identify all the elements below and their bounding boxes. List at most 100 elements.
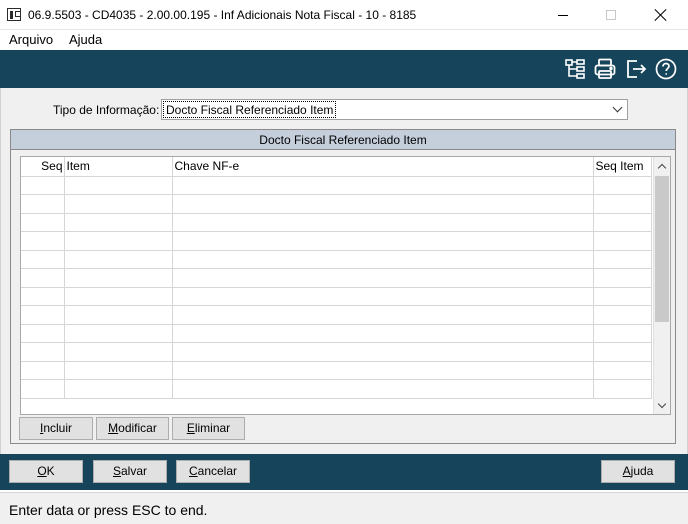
table-cell[interactable] [171,194,594,214]
table-cell[interactable] [63,194,173,214]
eliminar-button[interactable]: Eliminar [172,417,245,440]
printer-icon[interactable] [593,57,617,81]
exit-icon[interactable] [624,57,648,81]
main-content: Tipo de Informação: Docto Fiscal Referen… [0,88,688,454]
table-cell[interactable] [592,175,652,195]
ajuda-button[interactable]: Ajuda [601,460,675,483]
minimize-button[interactable] [540,0,586,30]
table-cell[interactable] [171,305,594,325]
title-bar: 06.9.5503 - CD4035 - 2.00.00.195 - Inf A… [0,0,688,30]
close-button[interactable] [638,0,684,30]
table-cell[interactable] [21,175,65,195]
close-icon [655,9,667,21]
table-row[interactable] [21,342,652,362]
table-cell[interactable] [21,212,65,232]
table-cell[interactable] [171,212,594,232]
table-row[interactable] [21,305,652,325]
table-cell[interactable] [63,231,173,251]
data-grid[interactable]: Seq Item Chave NF-e Seq Item [20,156,671,415]
table-cell[interactable] [21,360,65,380]
table-cell[interactable] [171,360,594,380]
column-header-seq-item[interactable]: Seq Item [592,157,652,177]
table-cell[interactable] [171,175,594,195]
cancelar-button[interactable]: Cancelar [176,460,250,483]
grid-table: Seq Item Chave NF-e Seq Item [21,157,652,399]
table-row[interactable] [21,212,652,232]
salvar-button[interactable]: Salvar [93,460,167,483]
table-cell[interactable] [63,360,173,380]
table-cell[interactable] [63,323,173,343]
table-row[interactable] [21,379,652,399]
table-cell[interactable] [592,212,652,232]
table-cell[interactable] [171,342,594,362]
ok-button[interactable]: OK [9,460,83,483]
table-cell[interactable] [63,342,173,362]
table-cell[interactable] [21,286,65,306]
table-row[interactable] [21,194,652,214]
table-row[interactable] [21,360,652,380]
table-cell[interactable] [63,212,173,232]
scroll-up-icon[interactable] [654,158,670,174]
table-cell[interactable] [21,305,65,325]
table-row[interactable] [21,286,652,306]
table-cell[interactable] [63,379,173,399]
table-cell[interactable] [171,323,594,343]
table-cell[interactable] [592,360,652,380]
table-cell[interactable] [592,305,652,325]
table-cell[interactable] [171,268,594,288]
table-cell[interactable] [171,231,594,251]
chevron-down-icon[interactable] [608,100,627,119]
table-cell[interactable] [592,379,652,399]
table-cell[interactable] [21,194,65,214]
table-cell[interactable] [592,323,652,343]
table-cell[interactable] [171,249,594,269]
table-row[interactable] [21,249,652,269]
column-header-chave-nfe[interactable]: Chave NF-e [171,157,594,177]
table-cell[interactable] [592,249,652,269]
table-row[interactable] [21,268,652,288]
table-cell[interactable] [21,342,65,362]
incluir-button[interactable]: Incluir [19,417,93,440]
table-cell[interactable] [21,231,65,251]
table-cell[interactable] [21,249,65,269]
table-row[interactable] [21,323,652,343]
tipo-select[interactable]: Docto Fiscal Referenciado Item [161,99,628,120]
table-cell[interactable] [592,286,652,306]
table-cell[interactable] [592,194,652,214]
table-cell[interactable] [592,268,652,288]
window-title: 06.9.5503 - CD4035 - 2.00.00.195 - Inf A… [28,8,417,22]
scroll-thumb[interactable] [655,176,669,322]
panel-title: Docto Fiscal Referenciado Item [11,130,675,150]
help-icon[interactable] [654,57,678,81]
tree-structure-icon[interactable] [563,57,587,81]
docto-panel: Docto Fiscal Referenciado Item Seq Item … [10,129,676,444]
status-bar: Enter data or press ESC to end. [0,492,688,524]
vertical-scrollbar[interactable] [653,157,670,414]
table-cell[interactable] [63,305,173,325]
app-icon [7,8,21,21]
column-header-seq[interactable]: Seq [21,157,65,177]
modificar-button[interactable]: Modificar [96,417,169,440]
tipo-label: Tipo de Informação: [53,103,160,117]
scroll-down-icon[interactable] [654,397,670,413]
table-row[interactable] [21,175,652,195]
table-cell[interactable] [63,175,173,195]
column-header-item[interactable]: Item [63,157,173,177]
menu-ajuda[interactable]: Ajuda [69,32,102,47]
menu-arquivo[interactable]: Arquivo [9,32,53,47]
table-row[interactable] [21,231,652,251]
maximize-button[interactable] [588,0,634,30]
grid-header-row: Seq Item Chave NF-e Seq Item [21,157,652,177]
table-cell[interactable] [21,268,65,288]
table-cell[interactable] [63,268,173,288]
table-cell[interactable] [63,249,173,269]
table-cell[interactable] [21,323,65,343]
table-cell[interactable] [592,342,652,362]
table-cell[interactable] [171,286,594,306]
action-bar: OK Salvar Cancelar Ajuda [0,454,688,490]
table-cell[interactable] [63,286,173,306]
menu-bar: Arquivo Ajuda [0,30,688,50]
table-cell[interactable] [21,379,65,399]
table-cell[interactable] [171,379,594,399]
table-cell[interactable] [592,231,652,251]
